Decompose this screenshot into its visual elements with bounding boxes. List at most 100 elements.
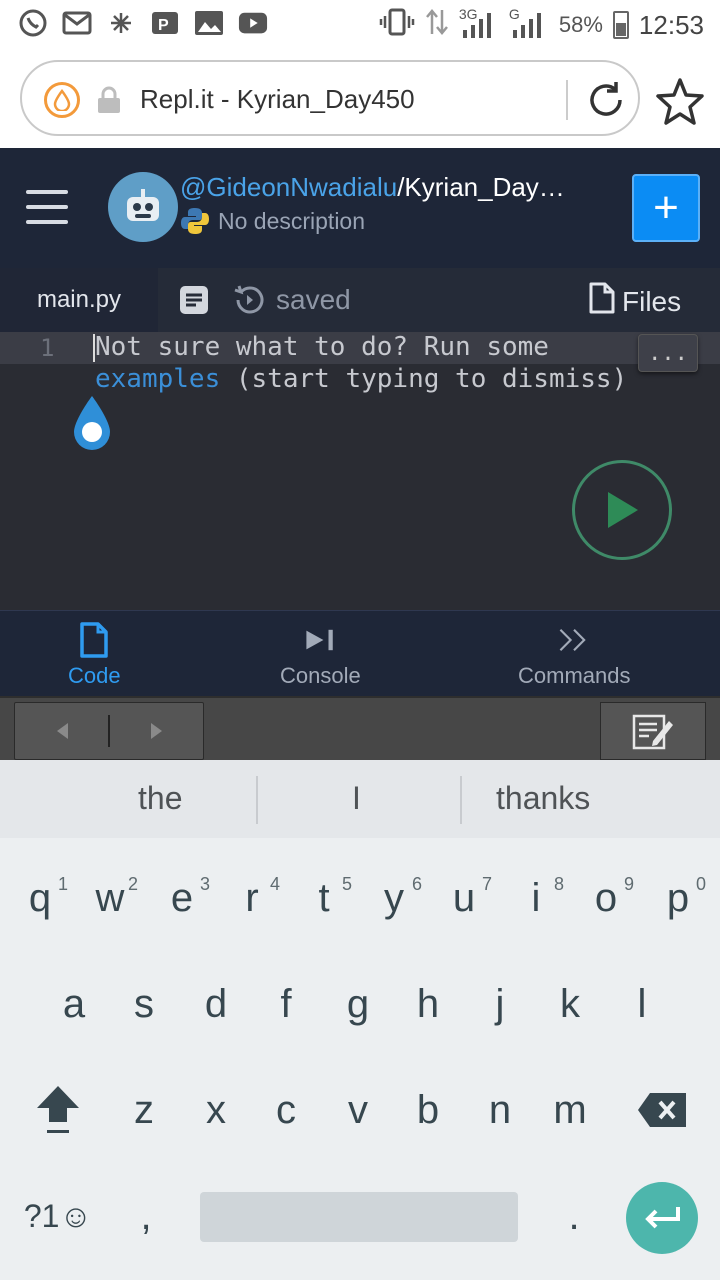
key-u-label: u [452, 875, 476, 920]
key-d[interactable]: d [186, 964, 246, 1044]
repl-title[interactable]: @GideonNwadialu/Kyrian_Day… [180, 172, 600, 203]
run-button[interactable] [572, 460, 672, 560]
files-label: Files [622, 285, 682, 317]
key-p[interactable]: p0 [648, 858, 708, 938]
suggestion-3[interactable]: thanks [496, 780, 590, 817]
nav-console[interactable]: Console [280, 623, 361, 689]
add-button[interactable]: + [632, 174, 700, 242]
key-q-hint: 1 [57, 874, 68, 894]
key-c[interactable]: c [256, 1070, 316, 1150]
pdf-app-icon: P [150, 8, 180, 38]
editor-hint-rest: (start typing to dismiss) [220, 364, 628, 394]
divider [460, 776, 462, 824]
suggestion-2[interactable]: I [352, 780, 361, 817]
left-arrow-button[interactable] [15, 703, 108, 759]
reload-icon[interactable] [582, 76, 630, 124]
key-b[interactable]: b [398, 1070, 458, 1150]
comma-key[interactable]: , [116, 1176, 176, 1256]
key-z[interactable]: z [114, 1070, 174, 1150]
data-arrows-icon [425, 8, 449, 42]
examples-link[interactable]: examples [95, 364, 220, 394]
bookmark-star-icon[interactable] [654, 76, 706, 128]
hamburger-menu-icon[interactable] [26, 190, 68, 224]
nav-console-label: Console [280, 663, 361, 688]
whatsapp-icon [18, 8, 48, 38]
key-q[interactable]: q1 [10, 858, 70, 938]
key-r[interactable]: r4 [222, 858, 282, 938]
key-y-hint: 6 [411, 874, 422, 894]
history-icon[interactable] [232, 282, 268, 318]
lock-icon [96, 86, 122, 114]
divider [256, 776, 258, 824]
cursor-handle-icon[interactable] [72, 394, 112, 450]
keyboard-suggestion-strip: the I thanks [0, 760, 720, 838]
spacebar[interactable] [200, 1192, 518, 1242]
svg-text:P: P [158, 17, 169, 34]
key-i[interactable]: i8 [506, 858, 566, 938]
site-drop-icon[interactable] [44, 82, 80, 118]
python-icon [180, 206, 210, 236]
key-r-hint: 4 [269, 874, 280, 894]
play-icon [608, 492, 638, 528]
key-r-label: r [245, 875, 259, 920]
more-options-button[interactable]: ... [638, 334, 698, 372]
image-icon [194, 8, 224, 38]
enter-key[interactable] [626, 1182, 698, 1254]
code-file-icon [77, 622, 111, 658]
console-play-icon [303, 623, 337, 657]
avatar[interactable] [108, 172, 178, 242]
key-s[interactable]: s [114, 964, 174, 1044]
nav-code-label: Code [68, 663, 121, 688]
key-n[interactable]: n [470, 1070, 530, 1150]
key-u[interactable]: u7 [434, 858, 494, 938]
key-p-label: p [666, 875, 690, 920]
key-t[interactable]: t5 [294, 858, 354, 938]
nav-code[interactable]: Code [68, 622, 121, 689]
line-number: 1 [40, 334, 55, 362]
repl-owner[interactable]: @GideonNwadialu [180, 172, 397, 202]
key-e[interactable]: e3 [152, 858, 212, 938]
key-f[interactable]: f [256, 964, 316, 1044]
key-w[interactable]: w2 [80, 858, 140, 938]
signal-g-icon: G [509, 6, 549, 40]
key-l[interactable]: l [612, 964, 672, 1044]
key-m[interactable]: m [540, 1070, 600, 1150]
bottom-navigation: Code Console Commands [0, 610, 720, 696]
key-a[interactable]: a [44, 964, 104, 1044]
key-k[interactable]: k [540, 964, 600, 1044]
editor-hint-line2: examples (start typing to dismiss) [95, 364, 627, 394]
repl-description[interactable]: No description [218, 208, 365, 235]
soft-keyboard: q1 w2 e3 r4 t5 y6 u7 i8 o9 p0 a s d f g … [0, 838, 720, 1280]
key-y[interactable]: y6 [364, 858, 424, 938]
code-editor[interactable]: 1 Not sure what to do? Run some examples… [0, 332, 720, 610]
tab-main-py[interactable]: main.py [0, 268, 158, 332]
symbols-key[interactable]: ?1☺ [18, 1176, 98, 1256]
key-i-hint: 8 [553, 874, 564, 894]
key-h[interactable]: h [398, 964, 458, 1044]
keyboard-accessory-bar [0, 696, 720, 760]
key-v[interactable]: v [328, 1070, 388, 1150]
key-j[interactable]: j [470, 964, 530, 1044]
files-button[interactable]: Files [588, 282, 681, 321]
nav-commands[interactable]: Commands [518, 623, 630, 689]
document-list-icon[interactable] [178, 284, 210, 316]
key-g[interactable]: g [328, 964, 388, 1044]
enter-icon [645, 1207, 680, 1229]
key-q-label: q [28, 875, 52, 920]
repl-name: /Kyrian_Day… [397, 172, 565, 202]
key-e-label: e [170, 875, 194, 920]
key-o[interactable]: o9 [576, 858, 636, 938]
editor-hint-line1: Not sure what to do? Run some [95, 332, 549, 362]
shift-key[interactable] [28, 1070, 88, 1150]
suggestion-1[interactable]: the [138, 780, 182, 817]
edit-note-button[interactable] [600, 702, 706, 760]
backspace-key[interactable] [632, 1070, 692, 1150]
period-key[interactable]: . [544, 1176, 604, 1256]
key-o-label: o [594, 875, 618, 920]
signal-3g-icon: 3G [459, 6, 499, 40]
divider [566, 80, 568, 120]
address-bar[interactable]: Repl.it - Kyrian_Day450 [20, 60, 640, 136]
right-arrow-button[interactable] [110, 703, 203, 759]
saved-status: saved [276, 284, 351, 315]
key-x[interactable]: x [186, 1070, 246, 1150]
